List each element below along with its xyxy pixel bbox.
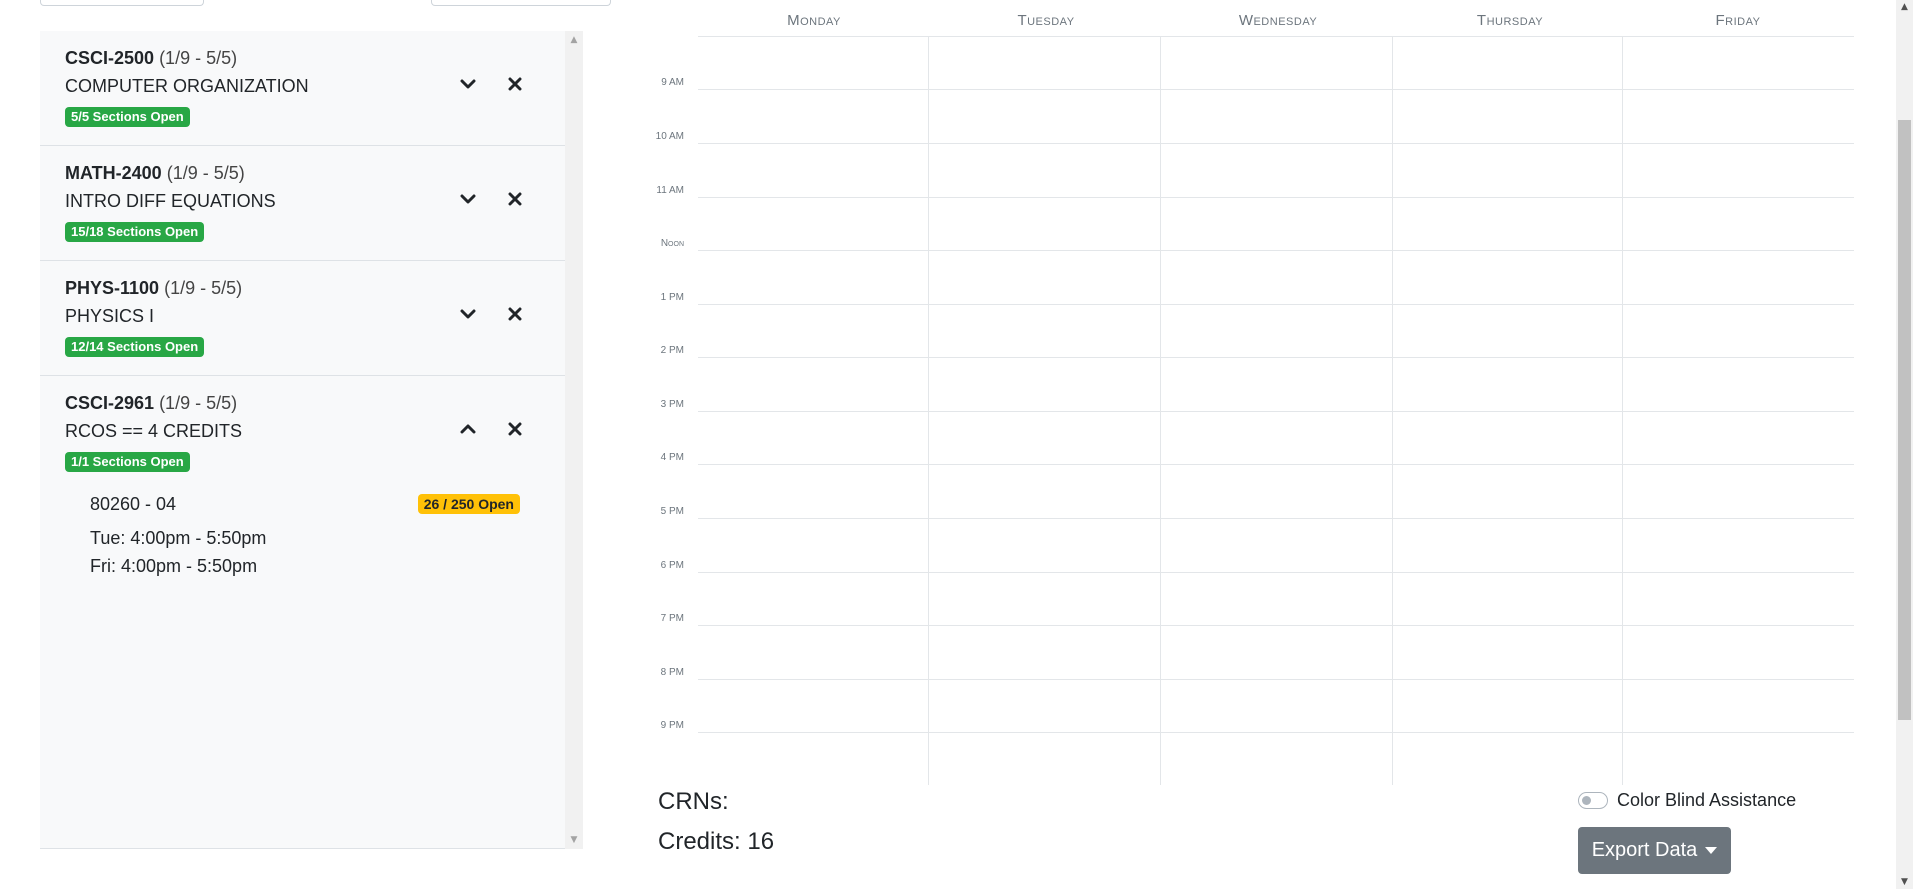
close-icon [508, 307, 522, 321]
course-dates: (1/9 - 5/5) [166, 163, 245, 183]
hour-line [698, 625, 1854, 626]
time-label: 3 PM [660, 399, 684, 410]
day-header-friday: Friday [1715, 12, 1761, 29]
close-icon [508, 422, 522, 436]
course-title: INTRO DIFF EQUATIONS [65, 191, 276, 211]
hour-line [698, 679, 1854, 680]
expand-course-button[interactable] [455, 186, 481, 212]
time-label: 5 PM [660, 506, 684, 517]
hour-line [698, 411, 1854, 412]
day-header-thursday: Thursday [1476, 12, 1544, 29]
course-item: MATH-2400 (1/9 - 5/5) INTRO DIFF EQUATIO… [40, 146, 565, 261]
time-label: 11 AM [656, 185, 684, 196]
scrollbar-thumb[interactable] [1898, 120, 1911, 720]
collapse-course-button[interactable] [455, 416, 481, 442]
hour-line [698, 143, 1854, 144]
time-label: 10 AM [655, 131, 684, 142]
sections-open-badge: 5/5 Sections Open [65, 107, 190, 127]
course-dates: (1/9 - 5/5) [164, 278, 243, 298]
scroll-down-icon[interactable]: ▼ [1896, 877, 1913, 887]
chevron-down-icon [460, 194, 476, 204]
tab-stub-right[interactable] [431, 0, 611, 6]
day-header-monday: Monday [787, 12, 841, 29]
toggle-knob [1582, 796, 1591, 805]
grid-header-line [698, 36, 1854, 37]
course-item: PHYS-1100 (1/9 - 5/5) PHYSICS I 12/14 Se… [40, 261, 565, 376]
meeting-time: Tue: 4:00pm - 5:50pm [90, 528, 267, 548]
crns-label: CRNs: [658, 788, 729, 815]
sections-open-badge: 1/1 Sections Open [65, 452, 190, 472]
course-title: COMPUTER ORGANIZATION [65, 76, 309, 96]
remove-course-button[interactable] [502, 416, 528, 442]
remove-course-button[interactable] [502, 186, 528, 212]
color-blind-label: Color Blind Assistance [1617, 790, 1797, 810]
seats-open-badge: 26 / 250 Open [417, 494, 520, 514]
course-code: CSCI-2961 [65, 393, 155, 413]
tab-stub-left[interactable] [40, 0, 204, 6]
hour-line [698, 518, 1854, 519]
hour-line [698, 304, 1854, 305]
course-dates: (1/9 - 5/5) [159, 48, 238, 68]
time-label: Noon [660, 238, 684, 249]
course-item: CSCI-2500 (1/9 - 5/5) COMPUTER ORGANIZAT… [40, 31, 565, 146]
course-code: MATH-2400 [65, 163, 162, 183]
day-header-wednesday: Wednesday [1238, 12, 1318, 29]
course-title: PHYSICS I [65, 306, 155, 326]
scroll-up-icon[interactable]: ▲ [565, 33, 583, 47]
hour-line [698, 197, 1854, 198]
time-label: 1 PM [660, 292, 684, 303]
time-label: 6 PM [660, 560, 684, 571]
meeting-time: Fri: 4:00pm - 5:50pm [90, 556, 258, 576]
scroll-up-icon[interactable]: ▲ [1896, 2, 1913, 12]
section-row[interactable]: 80260 - 04 26 / 250 Open [90, 492, 520, 520]
selected-courses-panel: CSCI-2500 (1/9 - 5/5) COMPUTER ORGANIZAT… [40, 31, 565, 849]
hour-line [698, 250, 1854, 251]
time-label: 4 PM [660, 452, 684, 463]
section-crn: 80260 - 04 [90, 494, 177, 514]
expand-course-button[interactable] [455, 71, 481, 97]
sections-open-badge: 15/18 Sections Open [65, 222, 205, 242]
chevron-down-icon [460, 309, 476, 319]
course-header: CSCI-2500 (1/9 - 5/5) [65, 48, 237, 69]
course-list-scrollbar[interactable]: ▲ ▼ [565, 31, 583, 849]
time-label: 9 PM [660, 720, 684, 731]
scroll-down-icon[interactable]: ▼ [565, 833, 583, 847]
export-data-label: Export Data [1591, 839, 1698, 861]
weekly-calendar: Monday Tuesday Wednesday Thursday Friday… [650, 0, 1854, 785]
day-header-tuesday: Tuesday [1017, 12, 1075, 29]
page-scrollbar[interactable]: ▲ ▼ [1896, 0, 1913, 889]
chevron-up-icon [460, 424, 476, 434]
course-item-expanded: CSCI-2961 (1/9 - 5/5) RCOS == 4 CREDITS … [40, 376, 565, 676]
remove-course-button[interactable] [502, 71, 528, 97]
hour-line [698, 464, 1854, 465]
time-label: 9 AM [661, 77, 684, 88]
hour-line [698, 572, 1854, 573]
course-header: PHYS-1100 (1/9 - 5/5) [65, 278, 242, 299]
course-dates: (1/9 - 5/5) [159, 393, 238, 413]
course-header: CSCI-2961 (1/9 - 5/5) [65, 393, 237, 414]
close-icon [508, 77, 522, 91]
export-data-button[interactable]: Export Data [1578, 827, 1731, 874]
time-label: 2 PM [660, 345, 684, 356]
sections-open-badge: 12/14 Sections Open [65, 337, 205, 357]
close-icon [508, 192, 522, 206]
course-code: PHYS-1100 [65, 278, 160, 298]
hour-line [698, 89, 1854, 90]
course-header: MATH-2400 (1/9 - 5/5) [65, 163, 245, 184]
credits-total: Credits: 16 [658, 828, 775, 855]
remove-course-button[interactable] [502, 301, 528, 327]
hour-line [698, 732, 1854, 733]
caret-down-icon [1705, 847, 1718, 854]
hour-line [698, 357, 1854, 358]
time-label: 7 PM [660, 613, 684, 624]
expand-course-button[interactable] [455, 301, 481, 327]
course-code: CSCI-2500 [65, 48, 155, 68]
chevron-down-icon [460, 79, 476, 89]
color-blind-toggle[interactable] [1578, 792, 1608, 809]
course-title: RCOS == 4 CREDITS [65, 421, 243, 441]
time-label: 8 PM [660, 667, 684, 678]
